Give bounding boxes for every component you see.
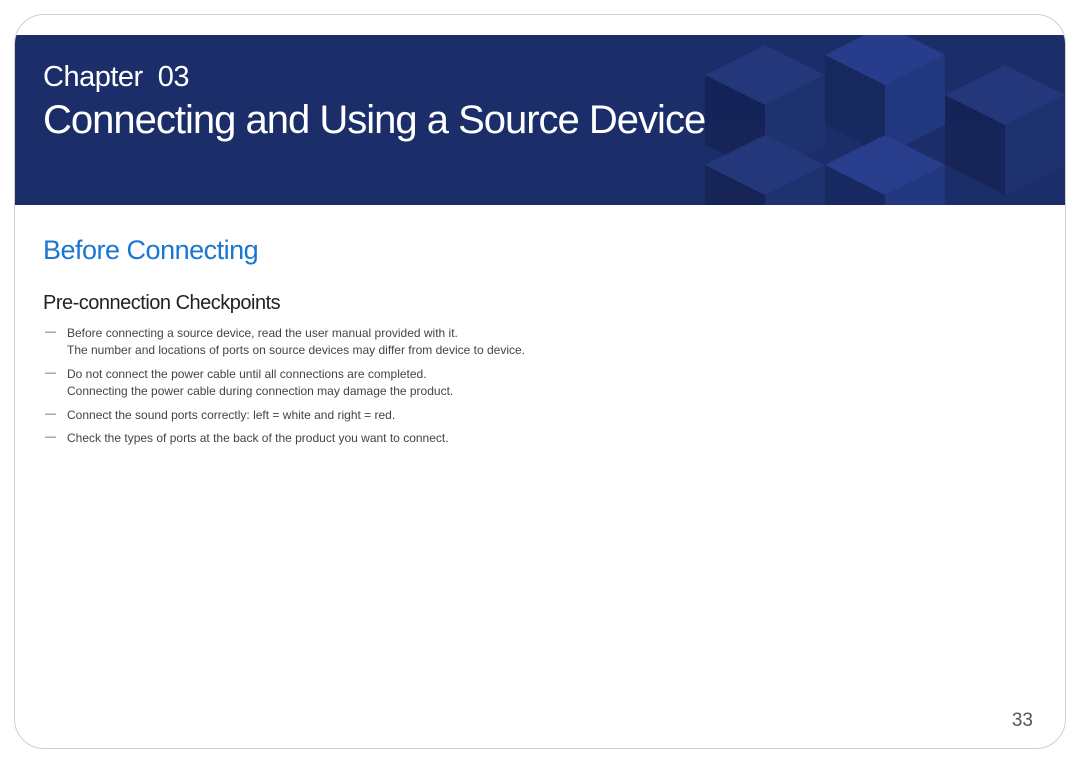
chapter-number: 03 — [158, 61, 189, 93]
content-area: Before Connecting Pre-connection Checkpo… — [15, 205, 1065, 447]
note-line2: Connecting the power cable during connec… — [67, 383, 1037, 400]
banner-text-block: Chapter 03 Connecting and Using a Source… — [15, 35, 1065, 143]
note-line1: Do not connect the power cable until all… — [67, 367, 427, 381]
chapter-banner: Chapter 03 Connecting and Using a Source… — [15, 35, 1065, 205]
chapter-label: Chapter 03 — [43, 61, 1065, 94]
chapter-title: Connecting and Using a Source Device — [43, 98, 1065, 143]
note-line1: Connect the sound ports correctly: left … — [67, 408, 395, 422]
subsection-title: Pre-connection Checkpoints — [43, 292, 1037, 315]
checkpoint-list: Before connecting a source device, read … — [43, 325, 1037, 447]
note-line1: Before connecting a source device, read … — [67, 326, 458, 340]
chapter-label-prefix: Chapter — [43, 61, 143, 93]
list-item: Connect the sound ports correctly: left … — [59, 407, 1037, 424]
section-title: Before Connecting — [43, 235, 1037, 266]
note-line1: Check the types of ports at the back of … — [67, 431, 449, 445]
page: Chapter 03 Connecting and Using a Source… — [14, 14, 1066, 749]
list-item: Check the types of ports at the back of … — [59, 430, 1037, 447]
note-line2: The number and locations of ports on sou… — [67, 342, 1037, 359]
list-item: Before connecting a source device, read … — [59, 325, 1037, 360]
page-number: 33 — [1012, 710, 1033, 732]
list-item: Do not connect the power cable until all… — [59, 366, 1037, 401]
